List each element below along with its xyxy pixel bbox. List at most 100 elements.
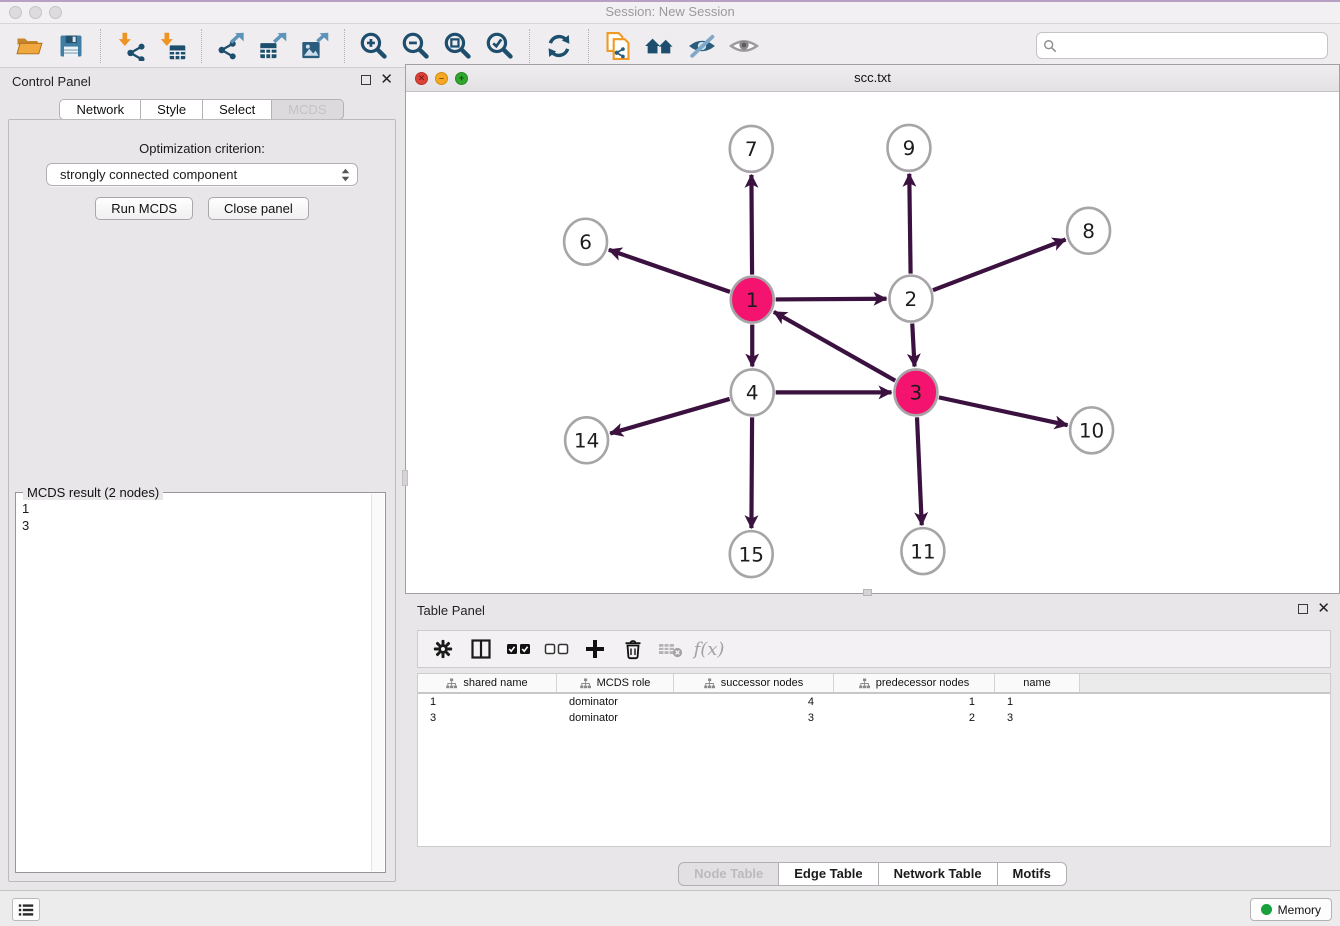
edge-1-2[interactable] [776,299,887,300]
graph-node-2[interactable]: 2 [889,276,932,322]
header-filler [1080,674,1330,692]
table-settings-button[interactable] [426,633,460,665]
result-scrollbar[interactable] [371,494,384,871]
import-network-button[interactable] [112,28,148,64]
edge-1-6[interactable] [609,250,730,292]
cell-MCDS-role[interactable]: dominator [557,712,674,724]
import-table-button[interactable] [154,28,190,64]
edge-2-9[interactable] [909,174,910,274]
graph-node-11[interactable]: 11 [901,528,944,574]
cell-successor-nodes[interactable]: 4 [674,696,834,708]
export-table-icon [258,31,288,61]
tab-edge-table[interactable]: Edge Table [779,862,878,886]
float-panel-icon[interactable] [361,75,371,85]
delete-row-button[interactable] [616,633,650,665]
run-mcds-button[interactable]: Run MCDS [95,197,193,220]
graph-node-3[interactable]: 3 [894,369,937,415]
export-image-button[interactable] [297,28,333,64]
new-network-from-selection-button[interactable] [600,28,636,64]
table-row[interactable]: 1dominator411 [418,694,1330,710]
close-panel-button[interactable]: Close panel [208,197,309,220]
graph-node-10[interactable]: 10 [1070,407,1113,453]
save-button[interactable] [53,28,89,64]
import-table-icon [157,31,187,61]
zoom-selected-button[interactable] [482,28,518,64]
control-panel: Control Panel ✕ NetworkStyleSelectMCDS O… [0,68,403,890]
column-header-MCDS-role[interactable]: MCDS role [557,674,674,692]
mcds-result-text[interactable]: 13 [22,497,371,870]
column-label: successor nodes [721,677,804,689]
tab-network[interactable]: Network [59,99,141,120]
plus-icon [583,637,607,661]
graph-node-9[interactable]: 9 [887,125,930,171]
edge-2-3[interactable] [912,323,914,366]
cell-predecessor-nodes[interactable]: 1 [834,696,995,708]
control-panel-tabs: NetworkStyleSelectMCDS [0,99,403,120]
tab-network-table[interactable]: Network Table [879,862,998,886]
cell-shared-name[interactable]: 1 [418,696,557,708]
search-input[interactable] [1057,38,1327,53]
graph-node-8[interactable]: 8 [1067,208,1110,254]
table-row[interactable]: 3dominator323 [418,710,1330,726]
cell-predecessor-nodes[interactable]: 2 [834,712,995,724]
deselect-all-columns-button[interactable] [540,633,574,665]
graph-node-7[interactable]: 7 [730,126,773,172]
graph-node-15[interactable]: 15 [730,531,773,577]
horizontal-splitter-handle[interactable] [863,589,872,596]
close-panel-icon[interactable]: ✕ [380,75,393,85]
cell-MCDS-role[interactable]: dominator [557,696,674,708]
network-graph[interactable]: 7 9 6 8 1 2 4 3 14 10 15 11 [406,93,1339,593]
task-history-button[interactable] [12,898,40,921]
export-network-button[interactable] [213,28,249,64]
network-window-titlebar[interactable]: ✕ – + scc.txt [406,65,1339,92]
graph-node-1[interactable]: 1 [731,277,774,323]
open-button[interactable] [11,28,47,64]
svg-text:7: 7 [745,137,758,161]
tab-node-table[interactable]: Node Table [678,862,779,886]
column-header-name[interactable]: name [995,674,1080,692]
refresh-button[interactable] [541,28,577,64]
edge-3-1[interactable] [774,312,895,381]
zoom-out-button[interactable] [398,28,434,64]
graph-node-4[interactable]: 4 [731,369,774,415]
float-table-panel-icon[interactable] [1298,604,1308,614]
fx-icon: f(x) [694,639,725,660]
edge-2-8[interactable] [933,240,1066,291]
close-table-panel-icon[interactable]: ✕ [1317,604,1330,614]
cell-name[interactable]: 3 [995,712,1080,724]
export-network-icon [216,31,246,61]
node-table[interactable]: shared nameMCDS role successor nodes prede… [417,673,1331,847]
cell-name[interactable]: 1 [995,696,1080,708]
zoom-fit-icon [442,30,474,62]
edge-1-7[interactable] [751,175,752,275]
select-all-columns-button[interactable] [502,633,536,665]
network-canvas[interactable]: 7 9 6 8 1 2 4 3 14 10 15 11 [406,93,1339,593]
zoom-in-button[interactable] [356,28,392,64]
tab-mcds[interactable]: MCDS [272,99,343,120]
edge-3-11[interactable] [917,417,922,525]
graph-node-14[interactable]: 14 [565,417,608,463]
tab-select[interactable]: Select [203,99,272,120]
graph-node-6[interactable]: 6 [564,219,607,265]
column-header-shared-name[interactable]: shared name [418,674,557,692]
zoom-fit-button[interactable] [440,28,476,64]
vertical-splitter-handle[interactable] [402,470,408,486]
column-header-predecessor-nodes[interactable]: predecessor nodes [834,674,995,692]
cell-shared-name[interactable]: 3 [418,712,557,724]
hide-selected-button[interactable] [684,28,720,64]
home-button[interactable] [642,28,678,64]
column-header-successor-nodes[interactable]: successor nodes [674,674,834,692]
tab-style[interactable]: Style [141,99,203,120]
memory-button[interactable]: Memory [1250,898,1332,921]
table-split-view-button[interactable] [464,633,498,665]
export-table-button[interactable] [255,28,291,64]
result-line: 3 [22,517,371,534]
search-icon [1043,39,1057,53]
edge-3-10[interactable] [939,397,1068,425]
add-row-button[interactable] [578,633,612,665]
cell-successor-nodes[interactable]: 3 [674,712,834,724]
edge-4-14[interactable] [610,399,729,434]
edge-4-15[interactable] [751,417,752,528]
optimization-criterion-select[interactable]: strongly connected component [46,163,358,186]
tab-motifs[interactable]: Motifs [998,862,1067,886]
